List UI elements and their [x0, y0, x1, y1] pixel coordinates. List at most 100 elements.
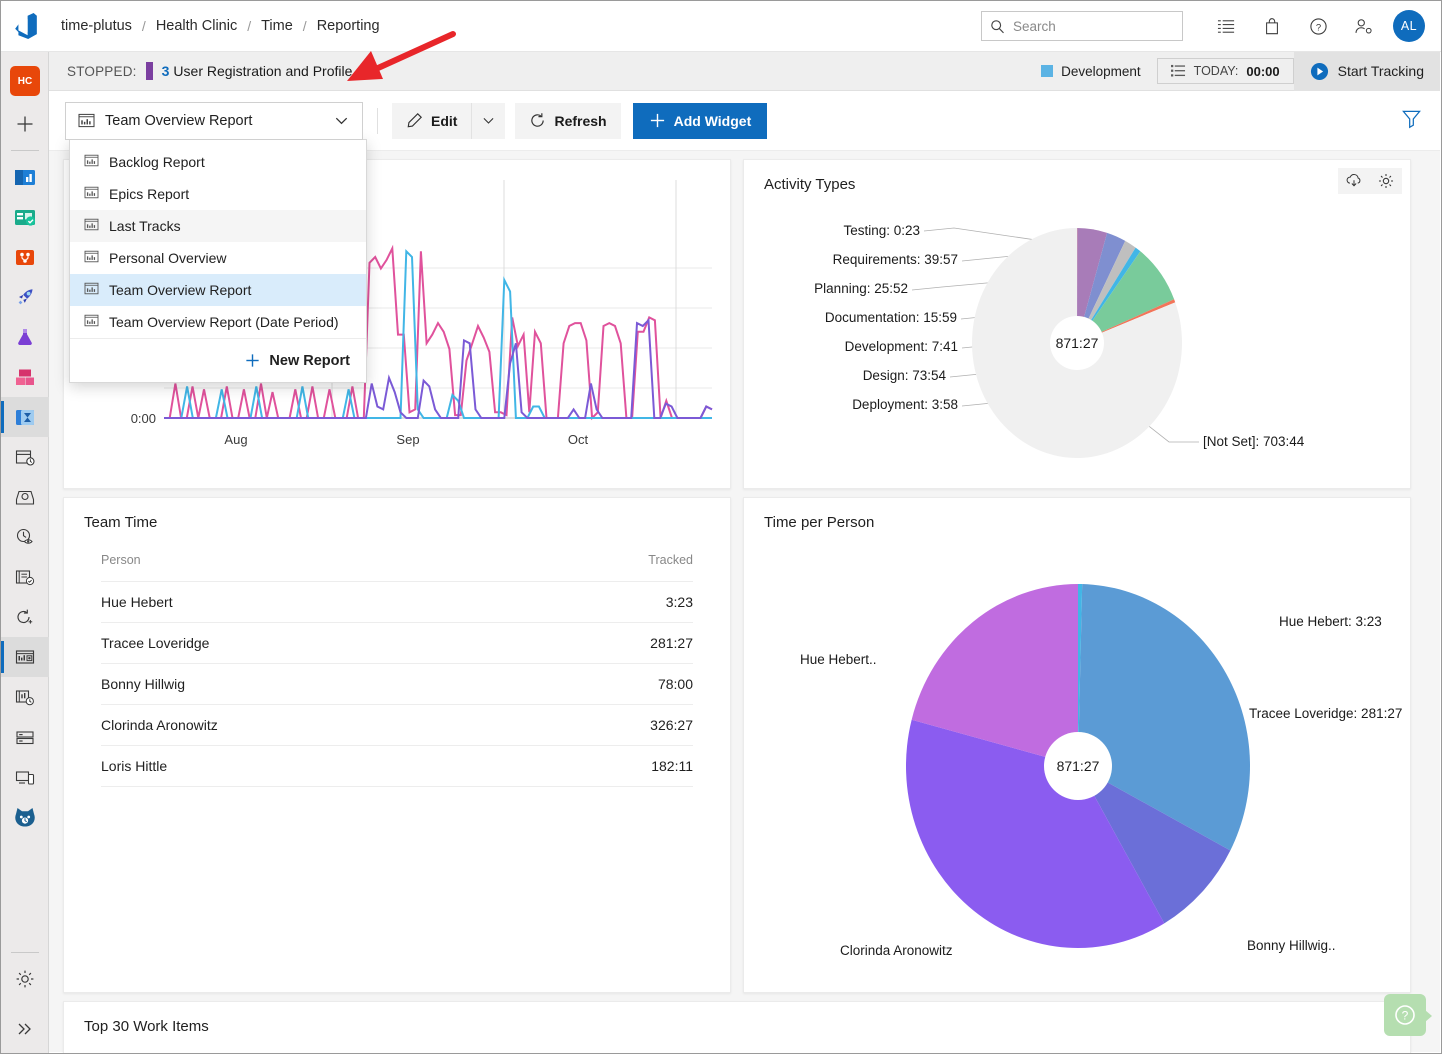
edit-button[interactable]: Edit: [392, 102, 472, 139]
report-dropdown-item[interactable]: Team Overview Report: [70, 274, 366, 306]
widget-title-team-time: Team Time: [84, 514, 158, 531]
refresh-button[interactable]: Refresh: [515, 102, 621, 139]
cat-app-icon[interactable]: [1, 797, 49, 837]
breadcrumb: time-plutus / Health Clinic / Time / Rep…: [51, 18, 390, 34]
breadcrumb-item-reporting[interactable]: Reporting: [307, 18, 390, 34]
server-icon[interactable]: [1, 717, 49, 757]
column-header-tracked: Tracked: [529, 553, 693, 582]
person-center-label: 871:27: [1057, 758, 1100, 774]
time-tracking-icon[interactable]: [1, 397, 49, 437]
today-value: 00:00: [1246, 63, 1280, 79]
widget-top-work-items: Top 30 Work Items: [63, 1001, 1411, 1053]
activity-label-development: Development: 7:41: [845, 339, 958, 354]
timesheet-approval-icon[interactable]: [1, 557, 49, 597]
activity-label-documentation: Documentation: 15:59: [825, 310, 957, 325]
breadcrumb-item-project[interactable]: Health Clinic: [146, 18, 247, 34]
gear-icon[interactable]: [1370, 168, 1402, 194]
breadcrumb-item-organization[interactable]: time-plutus: [51, 18, 142, 34]
inbox-icon[interactable]: [1, 477, 49, 517]
settings-gear-icon[interactable]: [1, 959, 49, 999]
report-dropdown-item[interactable]: Team Overview Report (Date Period): [70, 306, 366, 338]
search-icon: [991, 19, 1004, 33]
edit-label: Edit: [431, 112, 458, 129]
table-row[interactable]: Clorinda Aronowitz 326:27: [101, 704, 693, 746]
search-placeholder: Search: [1013, 18, 1056, 34]
edit-dropdown-button[interactable]: [471, 102, 506, 139]
work-item-title[interactable]: User Registration and Profile: [173, 63, 352, 79]
table-row[interactable]: Loris Hittle 182:11: [101, 745, 693, 787]
svg-text:?: ?: [1402, 1009, 1409, 1023]
artifacts-icon[interactable]: [1, 357, 49, 397]
report-dropdown-item-label: Last Tracks: [109, 218, 181, 234]
widget-activity-types: Activity Types 871:27 Testing: 0:23 Requ…: [743, 159, 1411, 489]
list-icon: [1170, 64, 1185, 77]
report-schedule-icon[interactable]: [1, 677, 49, 717]
report-dropdown-item-label: Personal Overview: [109, 250, 227, 266]
cell-tracked: 3:23: [529, 581, 693, 623]
add-widget-button[interactable]: Add Widget: [632, 102, 768, 139]
overview-icon[interactable]: [1, 157, 49, 197]
time-review-icon[interactable]: [1, 517, 49, 557]
user-settings-icon[interactable]: [1341, 4, 1387, 48]
today-total[interactable]: TODAY: 00:00: [1156, 58, 1294, 84]
table-row[interactable]: Tracee Loveridge 281:27: [101, 622, 693, 664]
table-row[interactable]: Bonny Hillwig 78:00: [101, 663, 693, 705]
help-circle-icon[interactable]: ?: [1295, 4, 1341, 48]
tracking-controls: Development TODAY: 00:00 Start Tracking: [1025, 51, 1440, 91]
add-icon[interactable]: [1, 104, 49, 144]
cell-tracked: 78:00: [529, 663, 693, 705]
report-dropdown-item[interactable]: Epics Report: [70, 178, 366, 210]
report-dropdown-list: Backlog Report Epics Report Last Tracks Per…: [70, 146, 366, 338]
cell-person: Bonny Hillwig: [101, 663, 530, 705]
reporting-icon[interactable]: [1, 637, 49, 677]
pipelines-icon[interactable]: [1, 277, 49, 317]
start-tracking-button[interactable]: Start Tracking: [1293, 51, 1440, 91]
breadcrumb-item-time[interactable]: Time: [251, 18, 303, 34]
report-icon: [84, 154, 99, 170]
filter-icon[interactable]: [1401, 108, 1422, 134]
download-cloud-icon[interactable]: [1338, 168, 1370, 194]
report-dropdown-item[interactable]: Backlog Report: [70, 146, 366, 178]
project-badge[interactable]: HC: [1, 58, 49, 104]
list-icon[interactable]: [1203, 4, 1249, 48]
report-selector[interactable]: Team Overview Report: [65, 101, 363, 140]
team-time-table: Person Tracked Hue Hebert 3:23 Tracee Love…: [101, 553, 693, 787]
new-report-button[interactable]: New Report: [70, 338, 366, 382]
devices-icon[interactable]: [1, 757, 49, 797]
cell-tracked: 281:27: [529, 622, 693, 664]
report-dropdown-item[interactable]: Last Tracks: [70, 210, 366, 242]
refresh-icon: [531, 113, 545, 127]
repos-icon[interactable]: [1, 237, 49, 277]
plus-icon: [246, 354, 260, 367]
search-input[interactable]: Search: [981, 11, 1183, 41]
report-dropdown-item-label: Team Overview Report: [109, 282, 252, 298]
activity-type-chip[interactable]: Development: [1025, 64, 1157, 79]
x-axis-tick-oct: Oct: [568, 432, 589, 447]
chevron-down-icon: [483, 118, 494, 124]
refresh-label: Refresh: [554, 112, 607, 129]
test-plans-icon[interactable]: [1, 317, 49, 357]
activity-label-requirements: Requirements: 39:57: [833, 252, 958, 267]
boards-icon[interactable]: [1, 197, 49, 237]
widget-team-time: Team Time Person Tracked Hue Hebert 3:23 T…: [63, 497, 731, 993]
azure-devops-logo[interactable]: [1, 1, 51, 52]
activity-label-testing: Testing: 0:23: [843, 223, 920, 238]
work-item-id[interactable]: 3: [162, 63, 170, 79]
report-dropdown-item[interactable]: Personal Overview: [70, 242, 366, 274]
recurring-icon[interactable]: [1, 597, 49, 637]
x-axis-tick-aug: Aug: [224, 432, 247, 447]
expand-icon[interactable]: [1, 1009, 49, 1049]
column-header-person: Person: [101, 553, 530, 582]
report-icon: [78, 113, 95, 128]
toolbar-divider: [377, 107, 378, 134]
today-label: TODAY:: [1193, 64, 1239, 78]
table-row[interactable]: Hue Hebert 3:23: [101, 581, 693, 623]
shopping-bag-icon[interactable]: [1249, 4, 1295, 48]
help-fab-button[interactable]: ?: [1384, 994, 1432, 1036]
calendar-time-icon[interactable]: [1, 437, 49, 477]
avatar[interactable]: AL: [1393, 10, 1425, 42]
cell-tracked: 182:11: [529, 745, 693, 787]
cell-person: Loris Hittle: [101, 745, 530, 787]
left-rail: HC: [1, 52, 49, 1053]
activity-label-planning: Planning: 25:52: [814, 281, 908, 296]
